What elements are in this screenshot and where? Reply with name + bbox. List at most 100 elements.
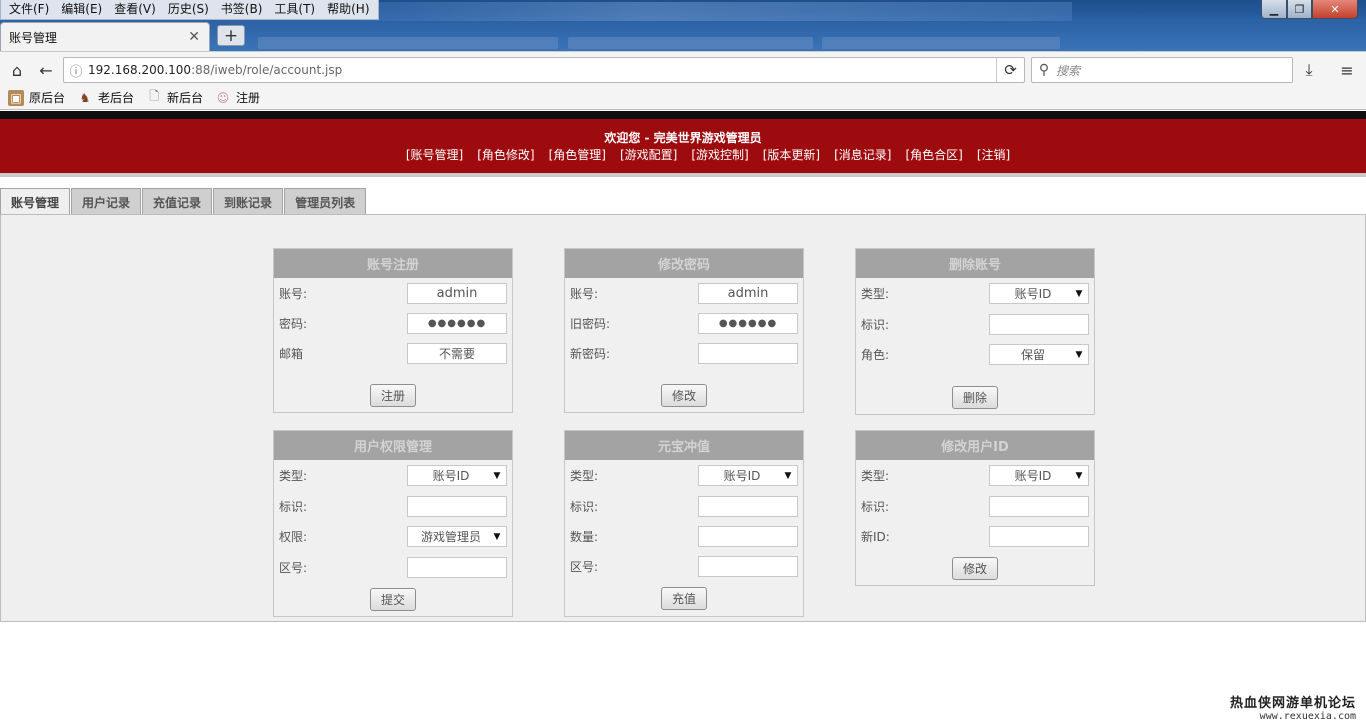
bookmark-item[interactable]: 🗋 新后台 <box>146 89 203 106</box>
bookmark-label: 注册 <box>236 91 261 105</box>
chevron-down-icon: ▼ <box>1075 470 1083 481</box>
type-label: 类型: <box>570 469 599 483</box>
chevron-down-icon: ▼ <box>1075 349 1083 360</box>
nav-logout[interactable]: [注销] <box>977 146 1010 163</box>
info-icon[interactable]: ⓘ <box>64 61 88 80</box>
nav-game-config[interactable]: [游戏配置] <box>620 146 677 163</box>
menu-view[interactable]: 查看(V) <box>108 0 162 19</box>
account-input[interactable]: admin <box>698 283 798 304</box>
amount-input[interactable] <box>698 526 798 547</box>
zone-label: 区号: <box>570 560 599 574</box>
search-box[interactable]: ⚲ 搜索 <box>1031 57 1293 83</box>
chevron-down-icon: ▼ <box>493 531 501 542</box>
new-tab-button[interactable]: + <box>217 25 245 46</box>
change-id-button[interactable]: 修改 <box>952 557 998 580</box>
email-input[interactable]: 不需要 <box>407 343 507 364</box>
nav-message-log[interactable]: [消息记录] <box>834 146 891 163</box>
bookmark-item[interactable]: ♞ 老后台 <box>77 89 134 106</box>
type-select[interactable]: 账号ID ▼ <box>407 465 507 486</box>
tab-account-management[interactable]: 账号管理 <box>0 188 71 216</box>
download-icon[interactable]: ⤓ <box>1300 60 1318 79</box>
titlebar-background <box>360 2 1072 21</box>
menu-file[interactable]: 文件(F) <box>3 0 55 19</box>
tab-arrival-records[interactable]: 到账记录 <box>213 188 284 215</box>
type-select[interactable]: 账号ID ▼ <box>989 283 1089 304</box>
nav-game-control[interactable]: [游戏控制] <box>691 146 748 163</box>
new-password-input[interactable] <box>698 343 798 364</box>
bookmark-item[interactable]: ▣ 原后台 <box>8 89 65 106</box>
url-text: 192.168.200.100:88/iweb/role/account.jsp <box>88 63 343 77</box>
tab-user-records[interactable]: 用户记录 <box>71 188 142 215</box>
change-password-panel: 修改密码 账号: admin 旧密码: ●●●●●● 新密码: 修改 <box>564 248 804 413</box>
new-password-label: 新密码: <box>570 347 611 361</box>
chevron-down-icon: ▼ <box>493 470 501 481</box>
recharge-panel: 元宝冲值 类型: 账号ID ▼ 标识: 数量: 区号: 充值 <box>564 430 804 617</box>
account-input[interactable]: admin <box>407 283 507 304</box>
page-top-border <box>0 111 1366 119</box>
nav-role-merge[interactable]: [角色合区] <box>905 146 962 163</box>
type-select-value: 账号ID <box>432 469 470 483</box>
tab-content: 账号注册 账号: admin 密码: ●●●●●● 邮箱 不需要 注册 修改密码… <box>0 214 1366 622</box>
role-label: 角色: <box>861 348 890 362</box>
menu-bookmarks[interactable]: 书签(B) <box>215 0 269 19</box>
delete-account-panel: 删除账号 类型: 账号ID ▼ 标识: 角色: 保留 ▼ 删除 <box>855 248 1095 415</box>
window-controls: ▁ ❐ ✕ <box>1261 0 1358 19</box>
tab-recharge-records[interactable]: 充值记录 <box>142 188 213 215</box>
recharge-button[interactable]: 充值 <box>661 587 707 610</box>
zone-input[interactable] <box>407 557 507 578</box>
hamburger-menu-icon[interactable]: ≡ <box>1338 61 1356 80</box>
password-input[interactable]: ●●●●●● <box>407 313 507 334</box>
nav-role-edit[interactable]: [角色修改] <box>477 146 534 163</box>
menu-history[interactable]: 历史(S) <box>162 0 215 19</box>
browser-tab-active[interactable]: 账号管理 ✕ <box>0 22 210 51</box>
id-input[interactable] <box>989 314 1089 335</box>
close-tab-icon[interactable]: ✕ <box>188 29 200 45</box>
watermark-url: www.rexuexia.com <box>1259 711 1356 722</box>
reload-icon[interactable]: ⟳ <box>996 58 1024 82</box>
id-input[interactable] <box>989 496 1089 517</box>
welcome-text: 欢迎您 - 完美世界游戏管理员 <box>604 131 762 145</box>
page-icon: 🗋 <box>149 89 159 103</box>
permission-label: 权限: <box>279 530 308 544</box>
id-label: 标识: <box>861 500 890 514</box>
permission-select[interactable]: 游戏管理员 ▼ <box>407 526 507 547</box>
page-tabs: 账号管理 用户记录 充值记录 到账记录 管理员列表 <box>0 188 367 216</box>
zone-input[interactable] <box>698 556 798 577</box>
close-window-button[interactable]: ✕ <box>1312 0 1358 19</box>
id-input[interactable] <box>698 496 798 517</box>
menu-edit[interactable]: 编辑(E) <box>55 0 108 19</box>
home-icon[interactable]: ⌂ <box>8 61 26 80</box>
permission-select-value: 游戏管理员 <box>420 530 481 544</box>
register-button[interactable]: 注册 <box>370 384 416 407</box>
url-bar[interactable]: ⓘ 192.168.200.100:88/iweb/role/account.j… <box>63 57 1025 83</box>
back-arrow-icon[interactable]: ← <box>37 61 55 80</box>
panel-title: 账号注册 <box>274 249 512 278</box>
type-label: 类型: <box>279 469 308 483</box>
panel-title: 修改用户ID <box>856 431 1094 460</box>
new-id-label: 新ID: <box>861 530 890 544</box>
type-select[interactable]: 账号ID ▼ <box>989 465 1089 486</box>
tab-admin-list[interactable]: 管理员列表 <box>284 188 367 215</box>
nav-role-management[interactable]: [角色管理] <box>549 146 606 163</box>
role-select[interactable]: 保留 ▼ <box>989 344 1089 365</box>
change-password-button[interactable]: 修改 <box>661 384 707 407</box>
nav-account-management[interactable]: [账号管理] <box>406 146 463 163</box>
menu-bar: 文件(F) 编辑(E) 查看(V) 历史(S) 书签(B) 工具(T) 帮助(H… <box>0 0 379 20</box>
delete-button[interactable]: 删除 <box>952 386 998 409</box>
type-select[interactable]: 账号ID ▼ <box>698 465 798 486</box>
menu-help[interactable]: 帮助(H) <box>321 0 375 19</box>
chevron-down-icon: ▼ <box>1075 288 1083 299</box>
nav-version-update[interactable]: [版本更新] <box>763 146 820 163</box>
email-label: 邮箱 <box>279 347 304 361</box>
minimize-button[interactable]: ▁ <box>1261 0 1287 19</box>
old-password-input[interactable]: ●●●●●● <box>698 313 798 334</box>
id-label: 标识: <box>570 500 599 514</box>
bookmark-item[interactable]: ☺ 注册 <box>215 89 260 106</box>
submit-button[interactable]: 提交 <box>370 588 416 611</box>
old-password-label: 旧密码: <box>570 317 611 331</box>
id-input[interactable] <box>407 496 507 517</box>
new-id-input[interactable] <box>989 526 1089 547</box>
watermark: 热血侠网游单机论坛 www.rexuexia.com <box>1230 692 1356 722</box>
maximize-button[interactable]: ❐ <box>1287 0 1312 19</box>
menu-tools[interactable]: 工具(T) <box>268 0 321 19</box>
